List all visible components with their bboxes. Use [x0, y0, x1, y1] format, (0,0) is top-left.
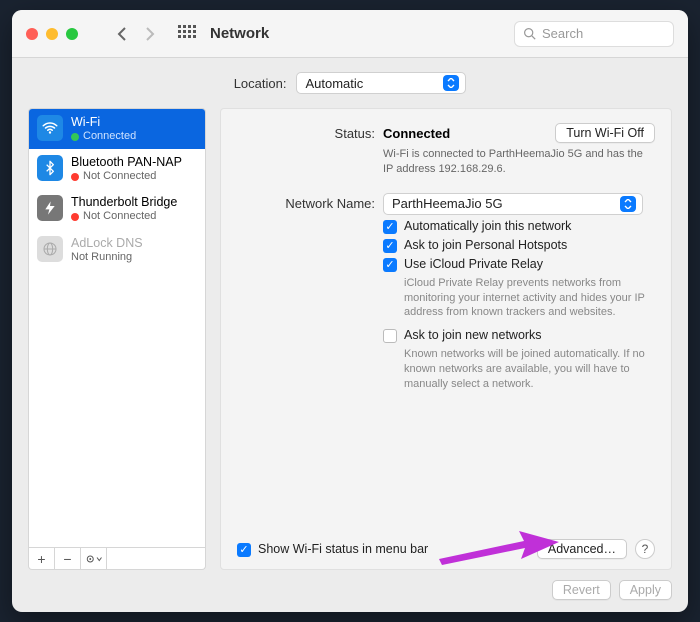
network-name-select[interactable]: ParthHeemaJio 5G	[383, 193, 643, 215]
new-networks-description: Known networks will be joined automatica…	[404, 347, 655, 392]
zoom-button[interactable]	[66, 28, 78, 40]
checkbox-on-icon: ✓	[237, 543, 251, 557]
network-name-value: ParthHeemaJio 5G	[392, 196, 503, 211]
turn-wifi-off-button[interactable]: Turn Wi-Fi Off	[555, 123, 655, 143]
sidebar-item-name: AdLock DNS	[71, 236, 143, 251]
minimize-button[interactable]	[46, 28, 58, 40]
checkbox-on-icon: ✓	[383, 239, 397, 253]
add-button[interactable]: +	[29, 548, 55, 569]
status-label: Status:	[237, 123, 375, 141]
private-relay-checkbox[interactable]: ✓ Use iCloud Private Relay	[383, 257, 655, 272]
sidebar-item-name: Bluetooth PAN-NAP	[71, 155, 182, 170]
network-name-row: Network Name: ParthHeemaJio 5G ✓ Automat…	[237, 193, 655, 400]
show-menubar-checkbox[interactable]: ✓ Show Wi-Fi status in menu bar	[237, 542, 428, 557]
gear-dropdown-icon	[85, 553, 103, 565]
bluetooth-icon	[37, 155, 63, 181]
search-placeholder: Search	[542, 26, 583, 41]
sidebar-item-name: Wi-Fi	[71, 115, 136, 130]
sidebar-item-adlock[interactable]: AdLock DNS Not Running	[29, 230, 205, 270]
status-dot-icon	[71, 213, 79, 221]
back-button[interactable]	[112, 22, 132, 46]
auto-join-label: Automatically join this network	[404, 219, 571, 233]
detail-panel: Status: Connected Turn Wi-Fi Off Wi-Fi i…	[220, 108, 672, 570]
sidebar-item-thunderbolt[interactable]: Thunderbolt Bridge Not Connected	[29, 189, 205, 229]
checkbox-off-icon	[383, 329, 397, 343]
sidebar-item-wifi[interactable]: Wi-Fi Connected	[29, 109, 205, 149]
location-row: Location: Automatic	[28, 72, 672, 94]
panel-footer: ✓ Show Wi-Fi status in menu bar Advanced…	[237, 539, 655, 559]
sidebar-item-status: Not Running	[71, 251, 132, 264]
search-icon	[523, 27, 536, 40]
auto-join-checkbox[interactable]: ✓ Automatically join this network	[383, 219, 655, 234]
show-menubar-label: Show Wi-Fi status in menu bar	[258, 542, 428, 556]
window-controls	[26, 28, 78, 40]
sidebar-item-status: Not Connected	[83, 210, 156, 223]
advanced-button[interactable]: Advanced…	[537, 539, 627, 559]
status-dot-icon	[71, 133, 79, 141]
sidebar-toolbar: + −	[28, 548, 206, 570]
titlebar: Network Search	[12, 10, 688, 58]
sidebar-item-name: Thunderbolt Bridge	[71, 195, 177, 210]
apply-button[interactable]: Apply	[619, 580, 672, 600]
status-dot-icon	[71, 173, 79, 181]
hotspots-checkbox[interactable]: ✓ Ask to join Personal Hotspots	[383, 238, 655, 253]
wifi-icon	[37, 115, 63, 141]
remove-button[interactable]: −	[55, 548, 81, 569]
checkbox-on-icon: ✓	[383, 258, 397, 272]
new-networks-checkbox[interactable]: Ask to join new networks	[383, 328, 655, 343]
sidebar-item-bluetooth[interactable]: Bluetooth PAN-NAP Not Connected	[29, 149, 205, 189]
page-title: Network	[210, 25, 269, 42]
body: Wi-Fi Connected Bluetooth PAN-NAP Not Co…	[28, 108, 672, 570]
location-label: Location:	[234, 76, 287, 91]
hotspots-label: Ask to join Personal Hotspots	[404, 238, 567, 252]
sidebar-item-status: Not Connected	[83, 170, 156, 183]
status-value: Connected	[383, 126, 450, 141]
chevron-updown-icon	[620, 196, 636, 212]
help-button[interactable]: ?	[635, 539, 655, 559]
interface-list: Wi-Fi Connected Bluetooth PAN-NAP Not Co…	[28, 108, 206, 548]
prefs-window: Network Search Location: Automatic	[12, 10, 688, 612]
search-input[interactable]: Search	[514, 21, 674, 47]
show-all-button[interactable]	[178, 25, 196, 43]
bottom-buttons: Revert Apply	[28, 580, 672, 600]
network-name-label: Network Name:	[237, 193, 375, 211]
status-row: Status: Connected Turn Wi-Fi Off Wi-Fi i…	[237, 123, 655, 177]
new-networks-label: Ask to join new networks	[404, 328, 542, 342]
globe-icon	[37, 236, 63, 262]
close-button[interactable]	[26, 28, 38, 40]
location-select[interactable]: Automatic	[296, 72, 466, 94]
location-value: Automatic	[305, 76, 363, 91]
forward-button[interactable]	[140, 22, 160, 46]
private-relay-label: Use iCloud Private Relay	[404, 257, 543, 271]
sidebar-item-status: Connected	[83, 130, 136, 143]
thunderbolt-icon	[37, 195, 63, 221]
checkbox-on-icon: ✓	[383, 220, 397, 234]
sidebar: Wi-Fi Connected Bluetooth PAN-NAP Not Co…	[28, 108, 206, 570]
revert-button[interactable]: Revert	[552, 580, 611, 600]
actions-button[interactable]	[81, 548, 107, 569]
status-description: Wi-Fi is connected to ParthHeemaJio 5G a…	[383, 147, 655, 177]
private-relay-description: iCloud Private Relay prevents networks f…	[404, 276, 655, 321]
content: Location: Automatic Wi-Fi	[12, 58, 688, 612]
chevron-updown-icon	[443, 75, 459, 91]
